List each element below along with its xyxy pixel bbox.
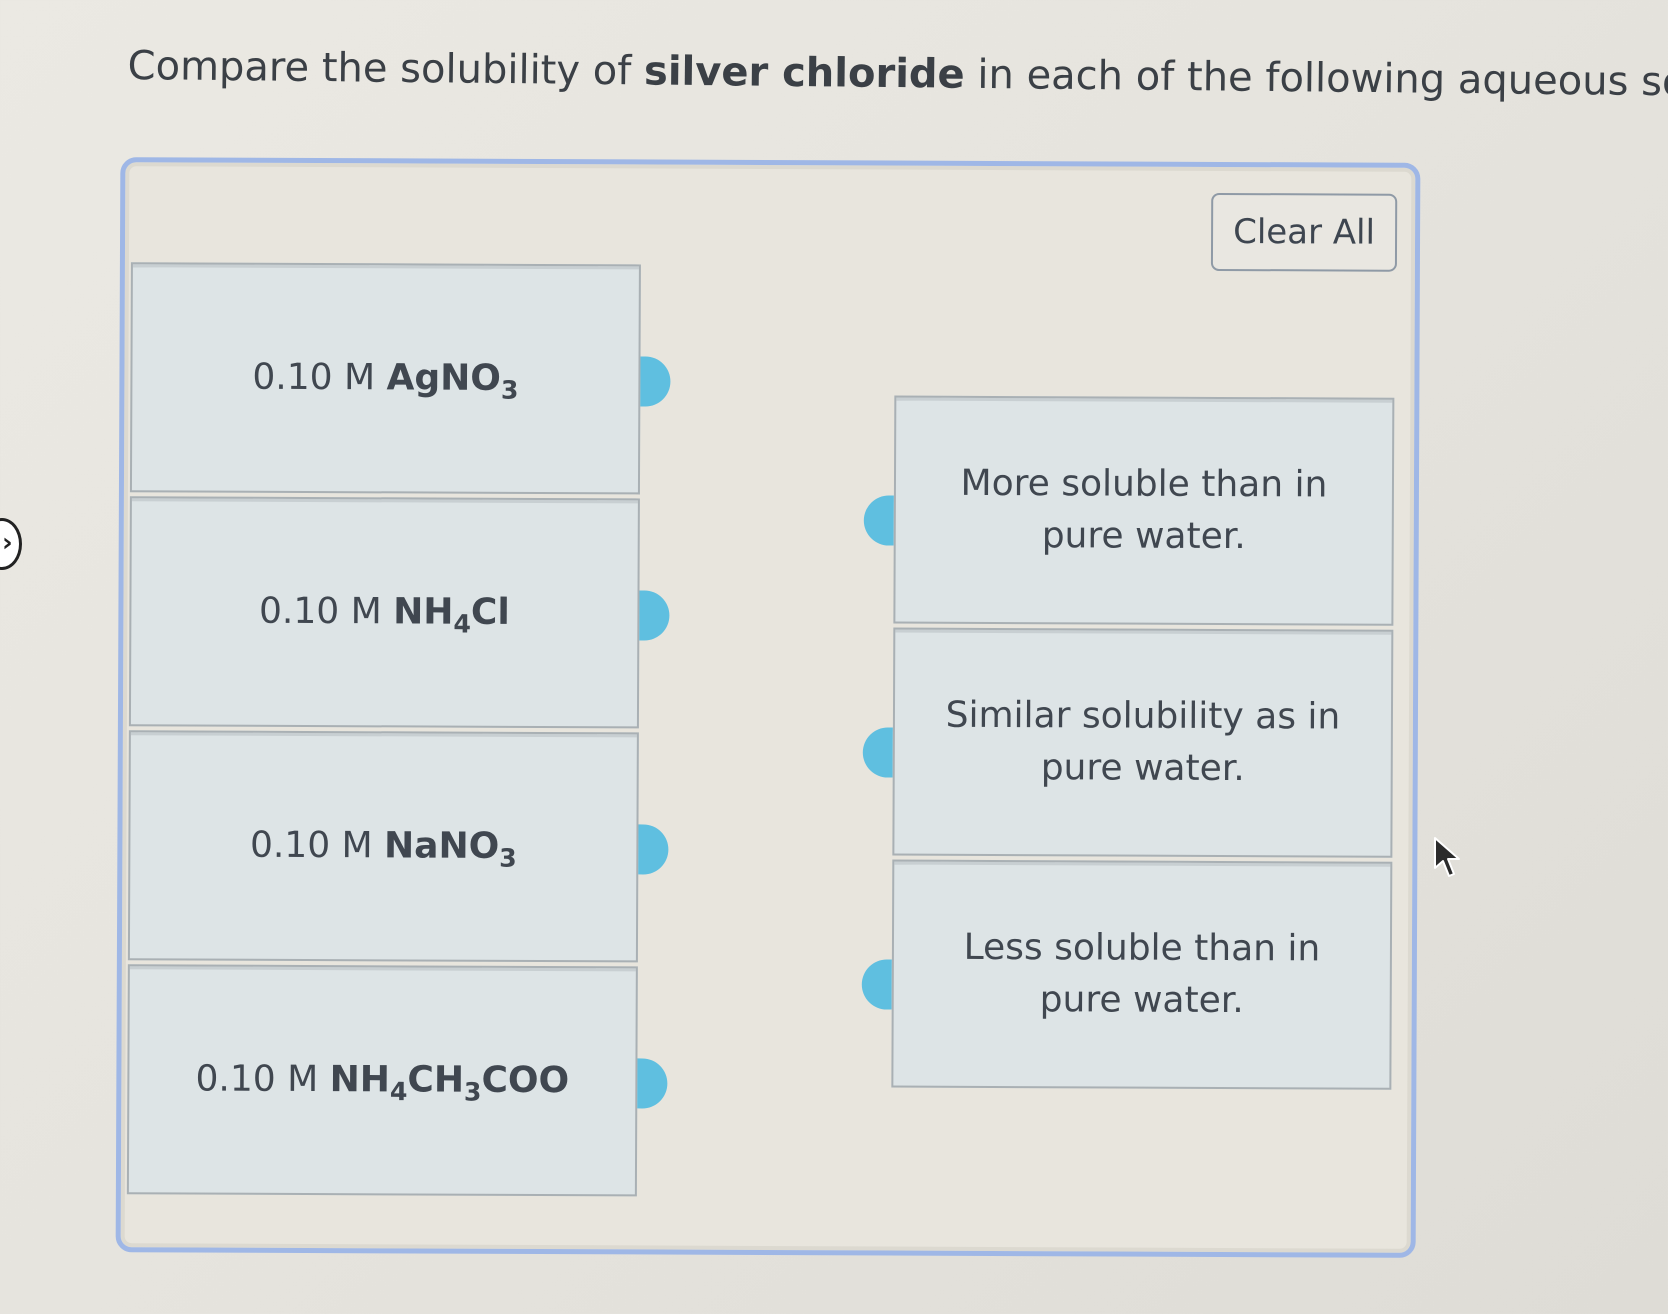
left-item-label: 0.10 M AgNO3: [252, 352, 518, 405]
target-label: Less soluble than in pure water.: [963, 926, 1321, 1022]
target-label: More soluble than in pure water.: [960, 462, 1328, 558]
mouse-pointer-icon: [1434, 837, 1460, 877]
concentration-label: 0.10 M: [252, 356, 387, 399]
connector-less-soluble[interactable]: [861, 959, 892, 1010]
question-text: Compare the solubility of silver chlorid…: [127, 36, 1668, 112]
question-prefix: Compare the solubility of: [127, 42, 645, 95]
left-item-nh4cl[interactable]: 0.10 M NH4Cl: [128, 496, 640, 729]
target-less-soluble[interactable]: Less soluble than in pure water.: [891, 859, 1393, 1090]
connector-nh4ch3coo[interactable]: [637, 1058, 668, 1109]
clear-all-button[interactable]: Clear All: [1210, 192, 1398, 272]
question-suffix: in each of the following aqueous solutio…: [977, 51, 1668, 107]
target-similar-solubility[interactable]: Similar solubility as in pure water.: [892, 627, 1394, 858]
question-compound: silver chloride: [643, 48, 965, 98]
connector-nano3[interactable]: [638, 824, 669, 875]
left-item-label: 0.10 M NH4Cl: [259, 586, 510, 639]
left-item-agno3[interactable]: 0.10 M AgNO3: [129, 262, 641, 495]
concentration-label: 0.10 M: [195, 1058, 330, 1101]
matching-panel: Clear All 0.10 M AgNO3 0.10 M NH4Cl 0.10…: [115, 157, 1421, 1258]
formula-nh4cl: NH4Cl: [393, 591, 510, 639]
connector-nh4cl[interactable]: [639, 590, 670, 641]
connector-agno3[interactable]: [640, 356, 671, 407]
connector-more-soluble[interactable]: [863, 495, 894, 546]
concentration-label: 0.10 M: [258, 590, 394, 633]
connector-similar-solubility[interactable]: [862, 727, 893, 778]
target-more-soluble[interactable]: More soluble than in pure water.: [893, 395, 1395, 626]
formula-agno3: AgNO3: [386, 357, 519, 405]
left-item-nh4ch3coo[interactable]: 0.10 M NH4CH3COO: [126, 964, 638, 1197]
formula-nh4ch3coo: NH4CH3COO: [329, 1059, 570, 1107]
left-item-label: 0.10 M NH4CH3COO: [195, 1054, 569, 1108]
left-item-nano3[interactable]: 0.10 M NaNO3: [127, 730, 639, 963]
side-handle-glyph: ›: [2, 528, 13, 558]
formula-nano3: NaNO3: [384, 825, 517, 873]
left-item-label: 0.10 M NaNO3: [250, 820, 517, 873]
concentration-label: 0.10 M: [249, 824, 385, 867]
target-label: Similar solubility as in pure water.: [945, 694, 1341, 790]
